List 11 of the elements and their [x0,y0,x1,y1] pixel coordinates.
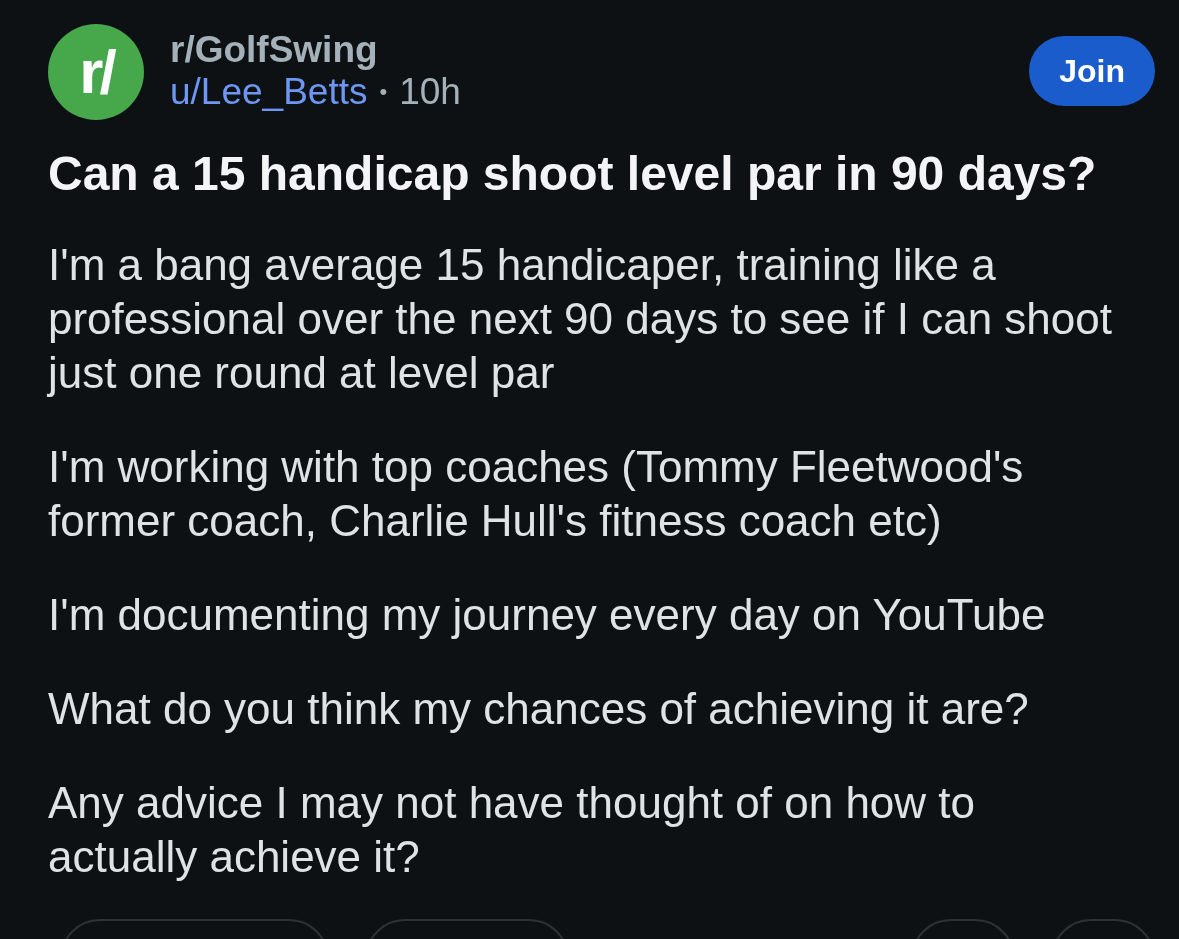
post-paragraph: I'm working with top coaches (Tommy Fleetwood's former coach, Charlie Hull's fitness coach etc) [48,441,1025,547]
post-paragraph: Any advice I may not have thought of on how to actually achieve it? [48,777,977,883]
join-button[interactable]: Join [1029,36,1155,106]
community-name[interactable]: r/GolfSwing [170,30,461,70]
post-paragraph: I'm documenting my journey every day on YouTube [48,589,1047,641]
post-paragraph: I'm a bang average 15 handicaper, training like a professional over the next 90 days to see if I can shoot just one round at level par [48,239,1113,399]
post-paragraph: What do you think my chances of achieving it are? [48,683,1030,735]
post-time: 10h [399,70,461,114]
post-title: Can a 15 handicap shoot level par in 90 days? [48,146,1098,202]
author-link[interactable]: u/Lee_Betts [170,70,368,114]
separator-dot: • [379,78,388,106]
